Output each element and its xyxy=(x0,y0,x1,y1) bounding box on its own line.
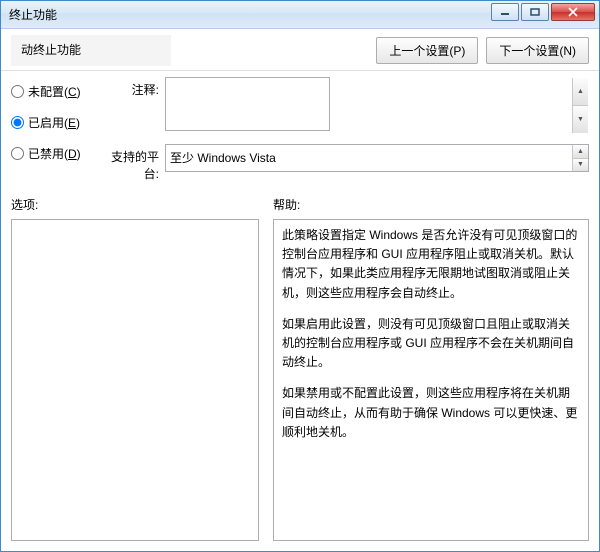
platform-row: 支持的平台: 至少 Windows Vista ▲ ▼ xyxy=(103,144,589,182)
heading-block: 动终止功能 xyxy=(11,35,171,66)
dialog-window: 终止功能 动终止功能 上一个设置(P) 下一个设置(N) xyxy=(0,0,600,552)
minimize-button[interactable] xyxy=(491,3,519,21)
titlebar: 终止功能 xyxy=(1,1,599,29)
previous-setting-button[interactable]: 上一个设置(P) xyxy=(376,37,478,64)
radio-disabled-input[interactable] xyxy=(11,147,24,160)
platform-value: 至少 Windows Vista xyxy=(165,144,589,172)
top-row: 未配置(C) 已启用(E) 已禁用(D) 注释: xyxy=(11,77,589,182)
close-button[interactable] xyxy=(551,3,595,21)
comment-label: 注释: xyxy=(103,77,159,98)
radio-not-configured[interactable]: 未配置(C) xyxy=(11,83,93,100)
next-setting-label: 下一个设置(N) xyxy=(499,44,576,58)
platform-scroll-up[interactable]: ▲ xyxy=(572,145,588,158)
setting-heading-tab: 动终止功能 xyxy=(11,35,171,66)
help-section-label: 帮助: xyxy=(273,196,300,213)
radio-enabled-label: 已启用(E) xyxy=(28,114,80,131)
split-labels: 选项: 帮助: xyxy=(11,196,589,213)
nav-buttons: 上一个设置(P) 下一个设置(N) xyxy=(376,35,589,64)
options-section-label: 选项: xyxy=(11,196,259,213)
platform-scroll-down[interactable]: ▼ xyxy=(572,158,588,172)
platform-box-wrap: 至少 Windows Vista ▲ ▼ xyxy=(165,144,589,172)
radio-disabled-label: 已禁用(D) xyxy=(28,145,81,162)
window-title: 终止功能 xyxy=(9,6,57,23)
maximize-icon xyxy=(530,8,540,16)
header-area: 动终止功能 上一个设置(P) 下一个设置(N) xyxy=(1,29,599,71)
close-icon xyxy=(567,7,579,17)
comment-scroll-up[interactable]: ▲ xyxy=(572,78,588,105)
previous-setting-label: 上一个设置(P) xyxy=(389,44,465,58)
content-area: 未配置(C) 已启用(E) 已禁用(D) 注释: xyxy=(1,71,599,551)
radio-not-configured-input[interactable] xyxy=(11,85,24,98)
next-setting-button[interactable]: 下一个设置(N) xyxy=(486,37,589,64)
help-pane[interactable]: 此策略设置指定 Windows 是否允许没有可见顶级窗口的控制台应用程序和 GU… xyxy=(273,219,589,541)
help-paragraph-1: 此策略设置指定 Windows 是否允许没有可见顶级窗口的控制台应用程序和 GU… xyxy=(282,226,580,303)
radio-not-configured-label: 未配置(C) xyxy=(28,83,81,100)
setting-heading-text: 动终止功能 xyxy=(21,43,81,57)
radio-enabled-input[interactable] xyxy=(11,116,24,129)
comment-row: 注释: ▲ ▼ xyxy=(103,77,589,134)
fields-column: 注释: ▲ ▼ 支持的平台: 至少 Windows Vista ▲ xyxy=(103,77,589,182)
options-pane[interactable] xyxy=(11,219,259,541)
platform-scroll: ▲ ▼ xyxy=(572,145,588,171)
comment-box-wrap: ▲ ▼ xyxy=(165,77,589,134)
help-paragraph-2: 如果启用此设置，则没有可见顶级窗口且阻止或取消关机的控制台应用程序或 GUI 应… xyxy=(282,315,580,373)
comment-input[interactable] xyxy=(165,77,330,131)
split-panes: 此策略设置指定 Windows 是否允许没有可见顶级窗口的控制台应用程序和 GU… xyxy=(11,219,589,541)
help-paragraph-3: 如果禁用或不配置此设置，则这些应用程序将在关机期间自动终止，从而有助于确保 Wi… xyxy=(282,384,580,442)
radio-disabled[interactable]: 已禁用(D) xyxy=(11,145,93,162)
state-radio-group: 未配置(C) 已启用(E) 已禁用(D) xyxy=(11,77,93,182)
maximize-button[interactable] xyxy=(521,3,549,21)
minimize-icon xyxy=(500,8,510,16)
comment-scroll-down[interactable]: ▼ xyxy=(572,105,588,133)
platform-label: 支持的平台: xyxy=(103,144,159,182)
radio-enabled[interactable]: 已启用(E) xyxy=(11,114,93,131)
window-controls xyxy=(491,3,595,21)
comment-scroll: ▲ ▼ xyxy=(572,78,588,133)
